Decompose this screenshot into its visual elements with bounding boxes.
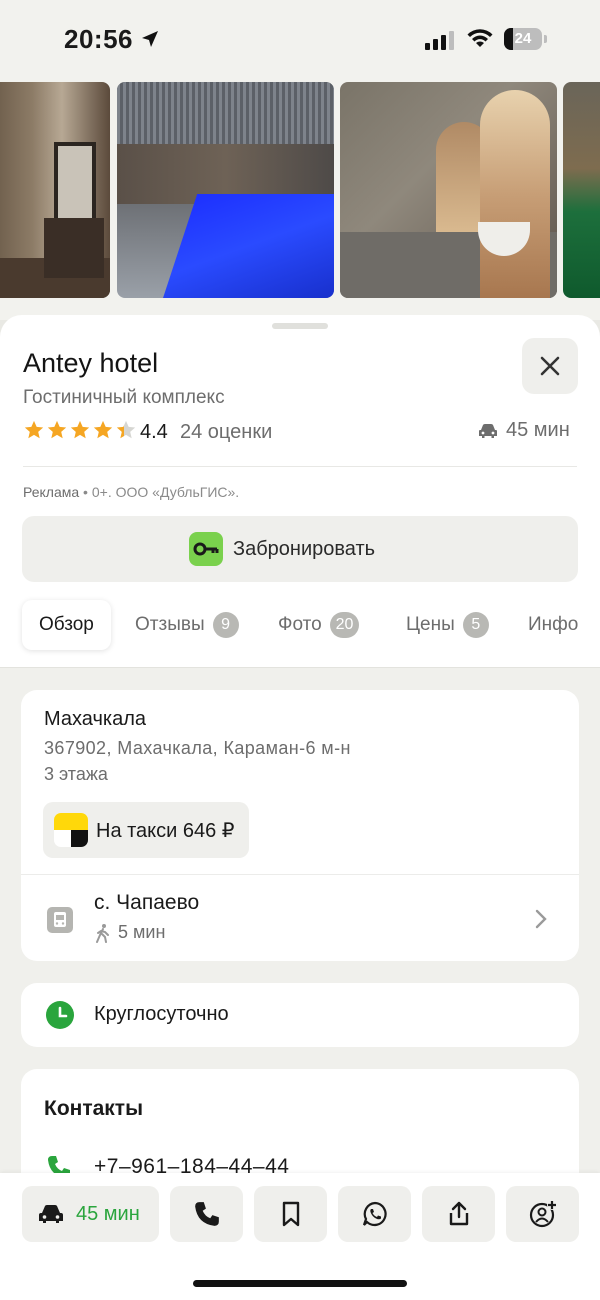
book-button-label: Забронировать (233, 537, 376, 560)
close-button[interactable] (522, 338, 578, 394)
divider (21, 874, 579, 875)
ad-disclaimer: Реклама • 0+. ООО «ДубльГИС». (23, 484, 239, 500)
taxi-button[interactable]: На такси 646 ₽ (43, 802, 249, 858)
star-icon (47, 420, 67, 439)
battery-percent: 24 (514, 30, 532, 47)
star-icon (24, 420, 44, 439)
tab-label: Цены (406, 614, 455, 635)
book-button[interactable]: Забронировать (22, 516, 578, 582)
place-card-sheet: Antey hotel Гостиничный комплекс 4.4 24 … (0, 315, 600, 667)
divider (23, 466, 577, 467)
tab-label: Отзывы (135, 614, 205, 635)
close-icon (540, 356, 560, 376)
car-icon (479, 423, 497, 438)
tab-info[interactable]: Инфо (528, 600, 578, 650)
status-bar: 20:56 24 (0, 0, 600, 80)
cellular-signal-icon (425, 30, 454, 50)
call-button[interactable] (170, 1186, 243, 1242)
working-hours: Круглосуточно (94, 1003, 229, 1025)
bookmark-icon (282, 1201, 300, 1227)
wifi-icon (467, 29, 493, 47)
tab-prices[interactable]: Цены 5 (406, 600, 489, 650)
ad-text: • 0+. ООО «ДубльГИС». (79, 484, 240, 500)
address-card: Махачкала 367902, Махачкала, Караман-6 м… (21, 690, 579, 961)
rating-value: 4.4 (140, 421, 168, 443)
transit-stop-name: с. Чапаево (94, 891, 200, 914)
drive-time: 45 мин (478, 419, 570, 442)
tab-label: Фото (278, 614, 322, 635)
tab-count-badge: 20 (329, 612, 360, 638)
walk-time: 5 мин (94, 922, 165, 943)
drive-time-label: 45 мин (506, 419, 570, 441)
tab-bar: Обзор Отзывы 9 Фото 20 Цены 5 Инфо (0, 598, 600, 652)
place-category: Гостиничный комплекс (23, 387, 225, 408)
bookmark-button[interactable] (254, 1186, 327, 1242)
star-icon (116, 420, 136, 439)
tab-label: Обзор (39, 614, 94, 635)
tab-label: Инфо (528, 614, 579, 635)
walking-icon (96, 923, 109, 943)
ratings-count[interactable]: 24 оценки (180, 421, 272, 444)
tab-count-badge: 5 (462, 612, 489, 638)
photo-room[interactable] (0, 82, 110, 298)
add-friend-button[interactable] (506, 1186, 579, 1242)
yandex-taxi-icon (54, 813, 88, 847)
photo-billiards[interactable] (563, 82, 600, 298)
photo-pool[interactable] (117, 82, 334, 298)
car-icon (39, 1205, 63, 1223)
address-line[interactable]: 367902, Махачкала, Караман-6 м-н (44, 738, 351, 759)
add-user-icon (529, 1200, 557, 1228)
phone-icon (195, 1202, 219, 1226)
whatsapp-button[interactable] (338, 1186, 411, 1242)
rating-stars (23, 419, 137, 441)
battery-tip (544, 35, 547, 43)
share-button[interactable] (422, 1186, 495, 1242)
battery-icon: 24 (504, 28, 542, 50)
star-icon (93, 420, 113, 439)
share-icon (449, 1201, 469, 1226)
key-icon (189, 532, 223, 566)
home-indicator (193, 1280, 407, 1287)
contacts-title: Контакты (44, 1097, 144, 1120)
whatsapp-icon (362, 1201, 387, 1227)
address-floors: 3 этажа (44, 764, 108, 784)
status-time: 20:56 (64, 24, 133, 54)
clock-icon (46, 1001, 74, 1029)
hours-card[interactable]: Круглосуточно (21, 983, 579, 1047)
sheet-grabber[interactable] (272, 323, 328, 329)
photo-carousel[interactable] (0, 80, 600, 320)
chevron-right-icon (535, 909, 547, 929)
ad-label: Реклама (23, 484, 80, 500)
tab-overview[interactable]: Обзор (22, 600, 111, 650)
route-button-label: 45 мин (76, 1202, 140, 1225)
tab-reviews[interactable]: Отзывы 9 (135, 600, 239, 650)
taxi-button-label: На такси 646 ₽ (96, 819, 235, 842)
tab-count-badge: 9 (212, 612, 239, 638)
location-arrow-icon (142, 31, 158, 47)
star-icon (70, 420, 90, 439)
place-title: Antey hotel (23, 348, 159, 378)
walk-time-label: 5 мин (118, 922, 166, 942)
photo-spa[interactable] (340, 82, 557, 298)
address-city: Махачкала (44, 708, 146, 730)
tab-photos[interactable]: Фото 20 (278, 600, 360, 650)
route-button[interactable]: 45 мин (22, 1186, 159, 1242)
bus-stop-icon (47, 907, 73, 933)
action-bar: 45 мин (0, 1173, 600, 1300)
